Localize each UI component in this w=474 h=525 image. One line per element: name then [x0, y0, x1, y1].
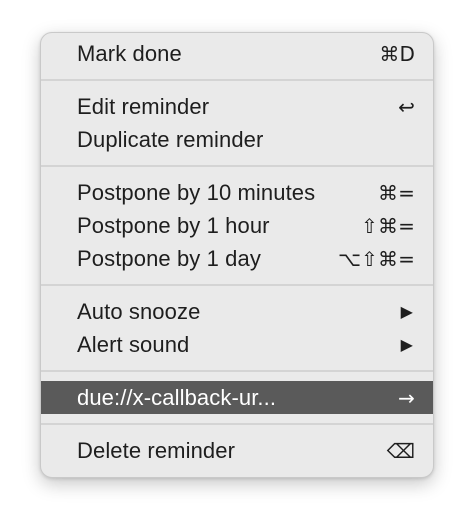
keyboard-shortcut: ⌘=: [378, 180, 415, 205]
menu-item-postpone-10-minutes[interactable]: Postpone by 10 minutes ⌘=: [41, 176, 433, 209]
return-key-icon: ↩: [398, 94, 415, 119]
menu-item-label: Duplicate reminder: [77, 126, 264, 152]
menu-item-label: Postpone by 1 day: [77, 245, 261, 271]
menu-item-label: Auto snooze: [77, 298, 201, 324]
menu-item-label: due://x-callback-ur...: [77, 384, 277, 410]
menu-item-postpone-1-hour[interactable]: Postpone by 1 hour ⇧⌘=: [41, 209, 433, 242]
menu-item-mark-done[interactable]: Mark done ⌘D: [41, 37, 433, 70]
menu-item-label: Postpone by 10 minutes: [77, 179, 316, 205]
submenu-arrow-icon: ▶: [400, 302, 413, 321]
keyboard-shortcut: ⌘D: [379, 41, 415, 66]
menu-separator: [41, 79, 433, 81]
menu-item-open-url[interactable]: due://x-callback-ur... →: [41, 381, 433, 414]
menu-item-delete-reminder[interactable]: Delete reminder ⌫: [41, 434, 433, 467]
menu-separator: [41, 370, 433, 372]
keyboard-shortcut: ⌥⇧⌘=: [338, 246, 415, 271]
context-menu: Mark done ⌘D Edit reminder ↩ Duplicate r…: [40, 32, 434, 478]
menu-item-postpone-1-day[interactable]: Postpone by 1 day ⌥⇧⌘=: [41, 242, 433, 275]
submenu-arrow-icon: ▶: [400, 335, 413, 354]
menu-item-auto-snooze[interactable]: Auto snooze ▶: [41, 295, 433, 328]
menu-item-label: Postpone by 1 hour: [77, 212, 270, 238]
delete-key-icon: ⌫: [386, 438, 415, 463]
keyboard-shortcut: ⇧⌘=: [361, 213, 415, 238]
menu-separator: [41, 284, 433, 286]
menu-item-edit-reminder[interactable]: Edit reminder ↩: [41, 90, 433, 123]
menu-separator: [41, 423, 433, 425]
menu-item-label: Alert sound: [77, 331, 190, 357]
menu-item-label: Mark done: [77, 40, 182, 66]
menu-item-duplicate-reminder[interactable]: Duplicate reminder: [41, 123, 433, 156]
menu-separator: [41, 165, 433, 167]
menu-item-alert-sound[interactable]: Alert sound ▶: [41, 328, 433, 361]
menu-item-label: Delete reminder: [77, 437, 236, 463]
right-arrow-icon: →: [398, 385, 415, 410]
menu-item-label: Edit reminder: [77, 93, 210, 119]
